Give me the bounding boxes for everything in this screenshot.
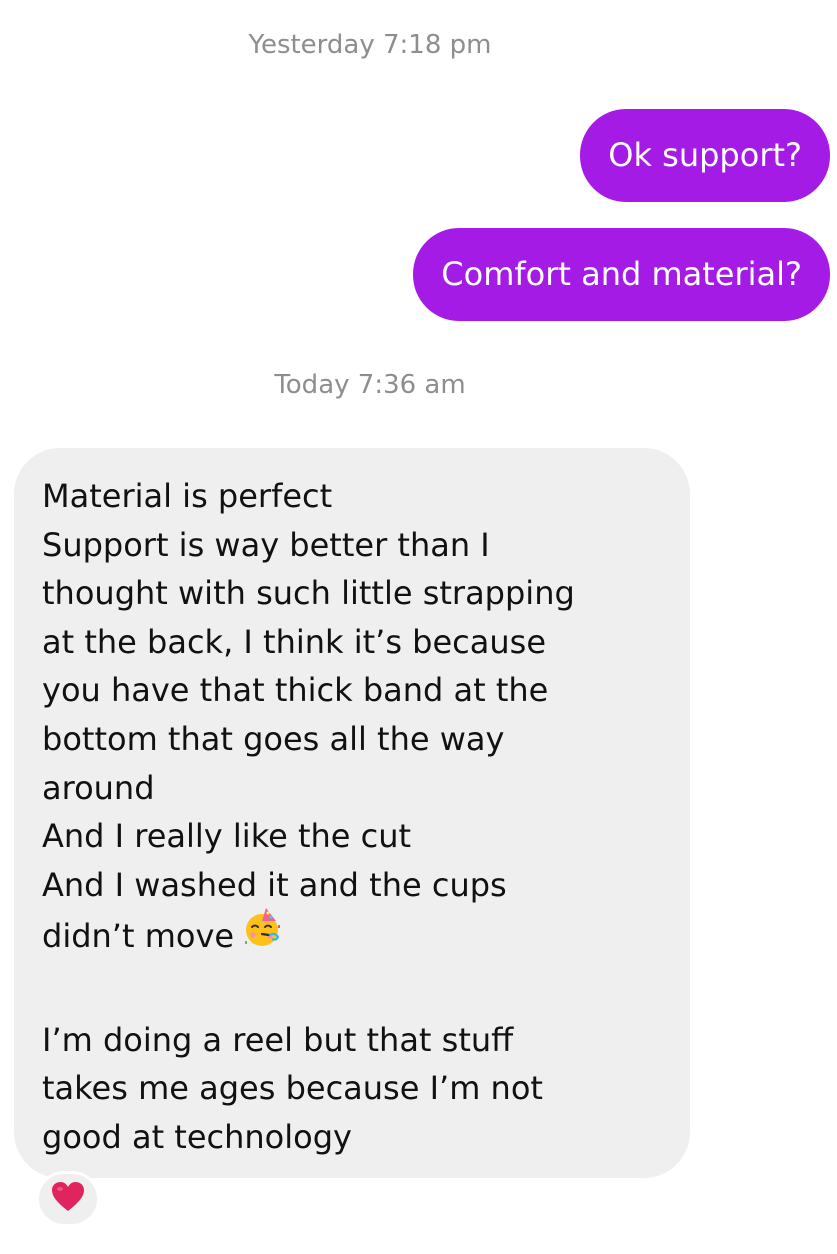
message-line-blank bbox=[42, 967, 670, 1016]
partying-face-icon bbox=[240, 905, 284, 963]
message-line-text: didn’t move bbox=[42, 917, 235, 956]
message-line: at the back, I think it’s because bbox=[42, 622, 547, 661]
message-line: good at technology bbox=[42, 1117, 352, 1156]
message-line: And I really like the cut bbox=[42, 817, 412, 856]
timestamp-today: Today 7:36 am bbox=[274, 370, 466, 400]
message-line: And I washed it and the cups bbox=[42, 865, 507, 904]
message-line-with-emoji: didn’t move bbox=[42, 908, 670, 967]
message-line: Material is perfect bbox=[42, 477, 333, 515]
received-message-bubble[interactable]: Material is perfect Support is way bette… bbox=[14, 448, 690, 1178]
message-line: thought with such little strapping bbox=[42, 574, 575, 613]
message-line: around bbox=[42, 768, 155, 807]
message-line: bottom that goes all the way bbox=[42, 719, 505, 758]
reaction-badge[interactable] bbox=[36, 1171, 100, 1227]
message-line: you have that thick band at the bbox=[42, 671, 549, 710]
message-line: I’m doing a reel but that stuff bbox=[42, 1020, 514, 1059]
message-line: Support is way better than I bbox=[42, 525, 490, 564]
timestamp-yesterday: Yesterday 7:18 pm bbox=[248, 30, 492, 60]
message-line: takes me ages because I’m not bbox=[42, 1069, 543, 1108]
red-heart-icon bbox=[51, 1181, 85, 1217]
sent-message-bubble[interactable]: Comfort and material? bbox=[413, 228, 830, 321]
sent-message-bubble[interactable]: Ok support? bbox=[580, 109, 830, 202]
